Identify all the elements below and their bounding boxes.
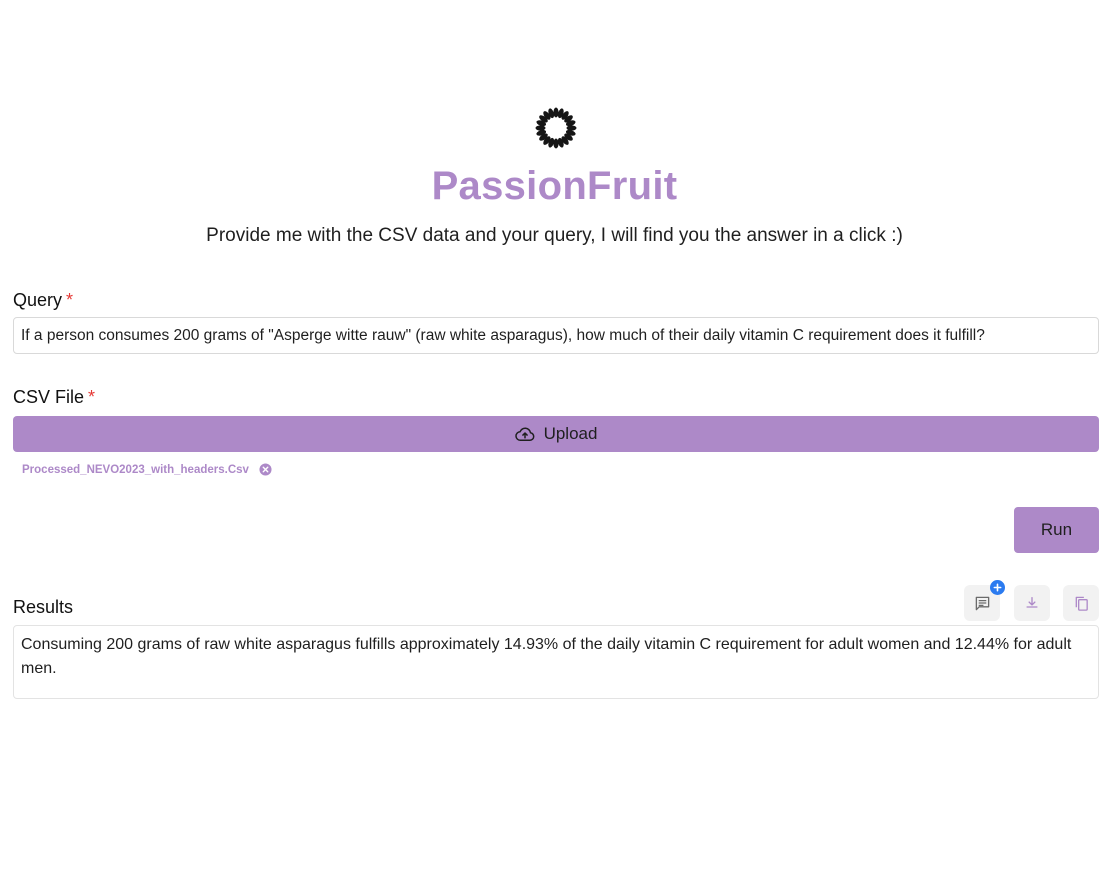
copy-icon (1075, 596, 1088, 611)
cloud-upload-icon (514, 427, 534, 441)
download-button[interactable] (1014, 585, 1050, 621)
app-subtitle: Provide me with the CSV data and your qu… (206, 225, 903, 246)
download-icon (1026, 597, 1038, 608)
query-label-text: Query (13, 290, 63, 310)
sunburst-logo-icon (535, 107, 577, 149)
uploaded-file-chip: Processed_NEVO2023_with_headers.Csv (22, 463, 272, 476)
app-title: PassionFruit (431, 164, 678, 208)
add-badge-icon[interactable] (990, 580, 1005, 595)
upload-button[interactable]: Upload (13, 416, 1099, 452)
required-mark: * (88, 387, 96, 407)
comment-icon (975, 596, 989, 610)
results-label: Results (13, 597, 74, 617)
query-label: Query * (13, 290, 73, 311)
copy-button[interactable] (1063, 585, 1099, 621)
close-circle-icon[interactable] (259, 463, 272, 476)
file-name: Processed_NEVO2023_with_headers.Csv (22, 463, 249, 476)
required-mark: * (66, 290, 74, 310)
query-input[interactable]: If a person consumes 200 grams of "Asper… (13, 317, 1099, 354)
results-output: Consuming 200 grams of raw white asparag… (13, 625, 1099, 699)
csv-file-label: CSV File * (13, 387, 95, 408)
run-button[interactable]: Run (1014, 507, 1099, 553)
csv-file-label-text: CSV File (13, 387, 85, 407)
upload-label: Upload (543, 424, 598, 443)
